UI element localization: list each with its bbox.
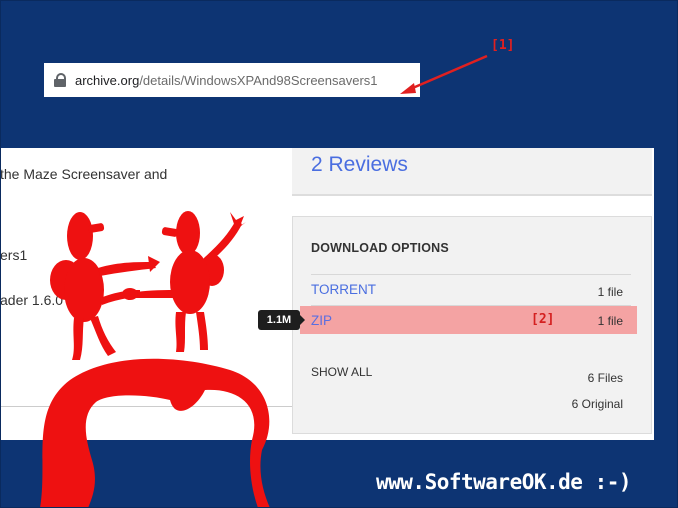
cartoon-figures-icon bbox=[40, 211, 270, 508]
overlay-drawing bbox=[40, 54, 488, 508]
watermark-text: www.SoftwareOK.de :-) bbox=[376, 470, 632, 494]
annotation-arrow-icon bbox=[400, 54, 488, 94]
